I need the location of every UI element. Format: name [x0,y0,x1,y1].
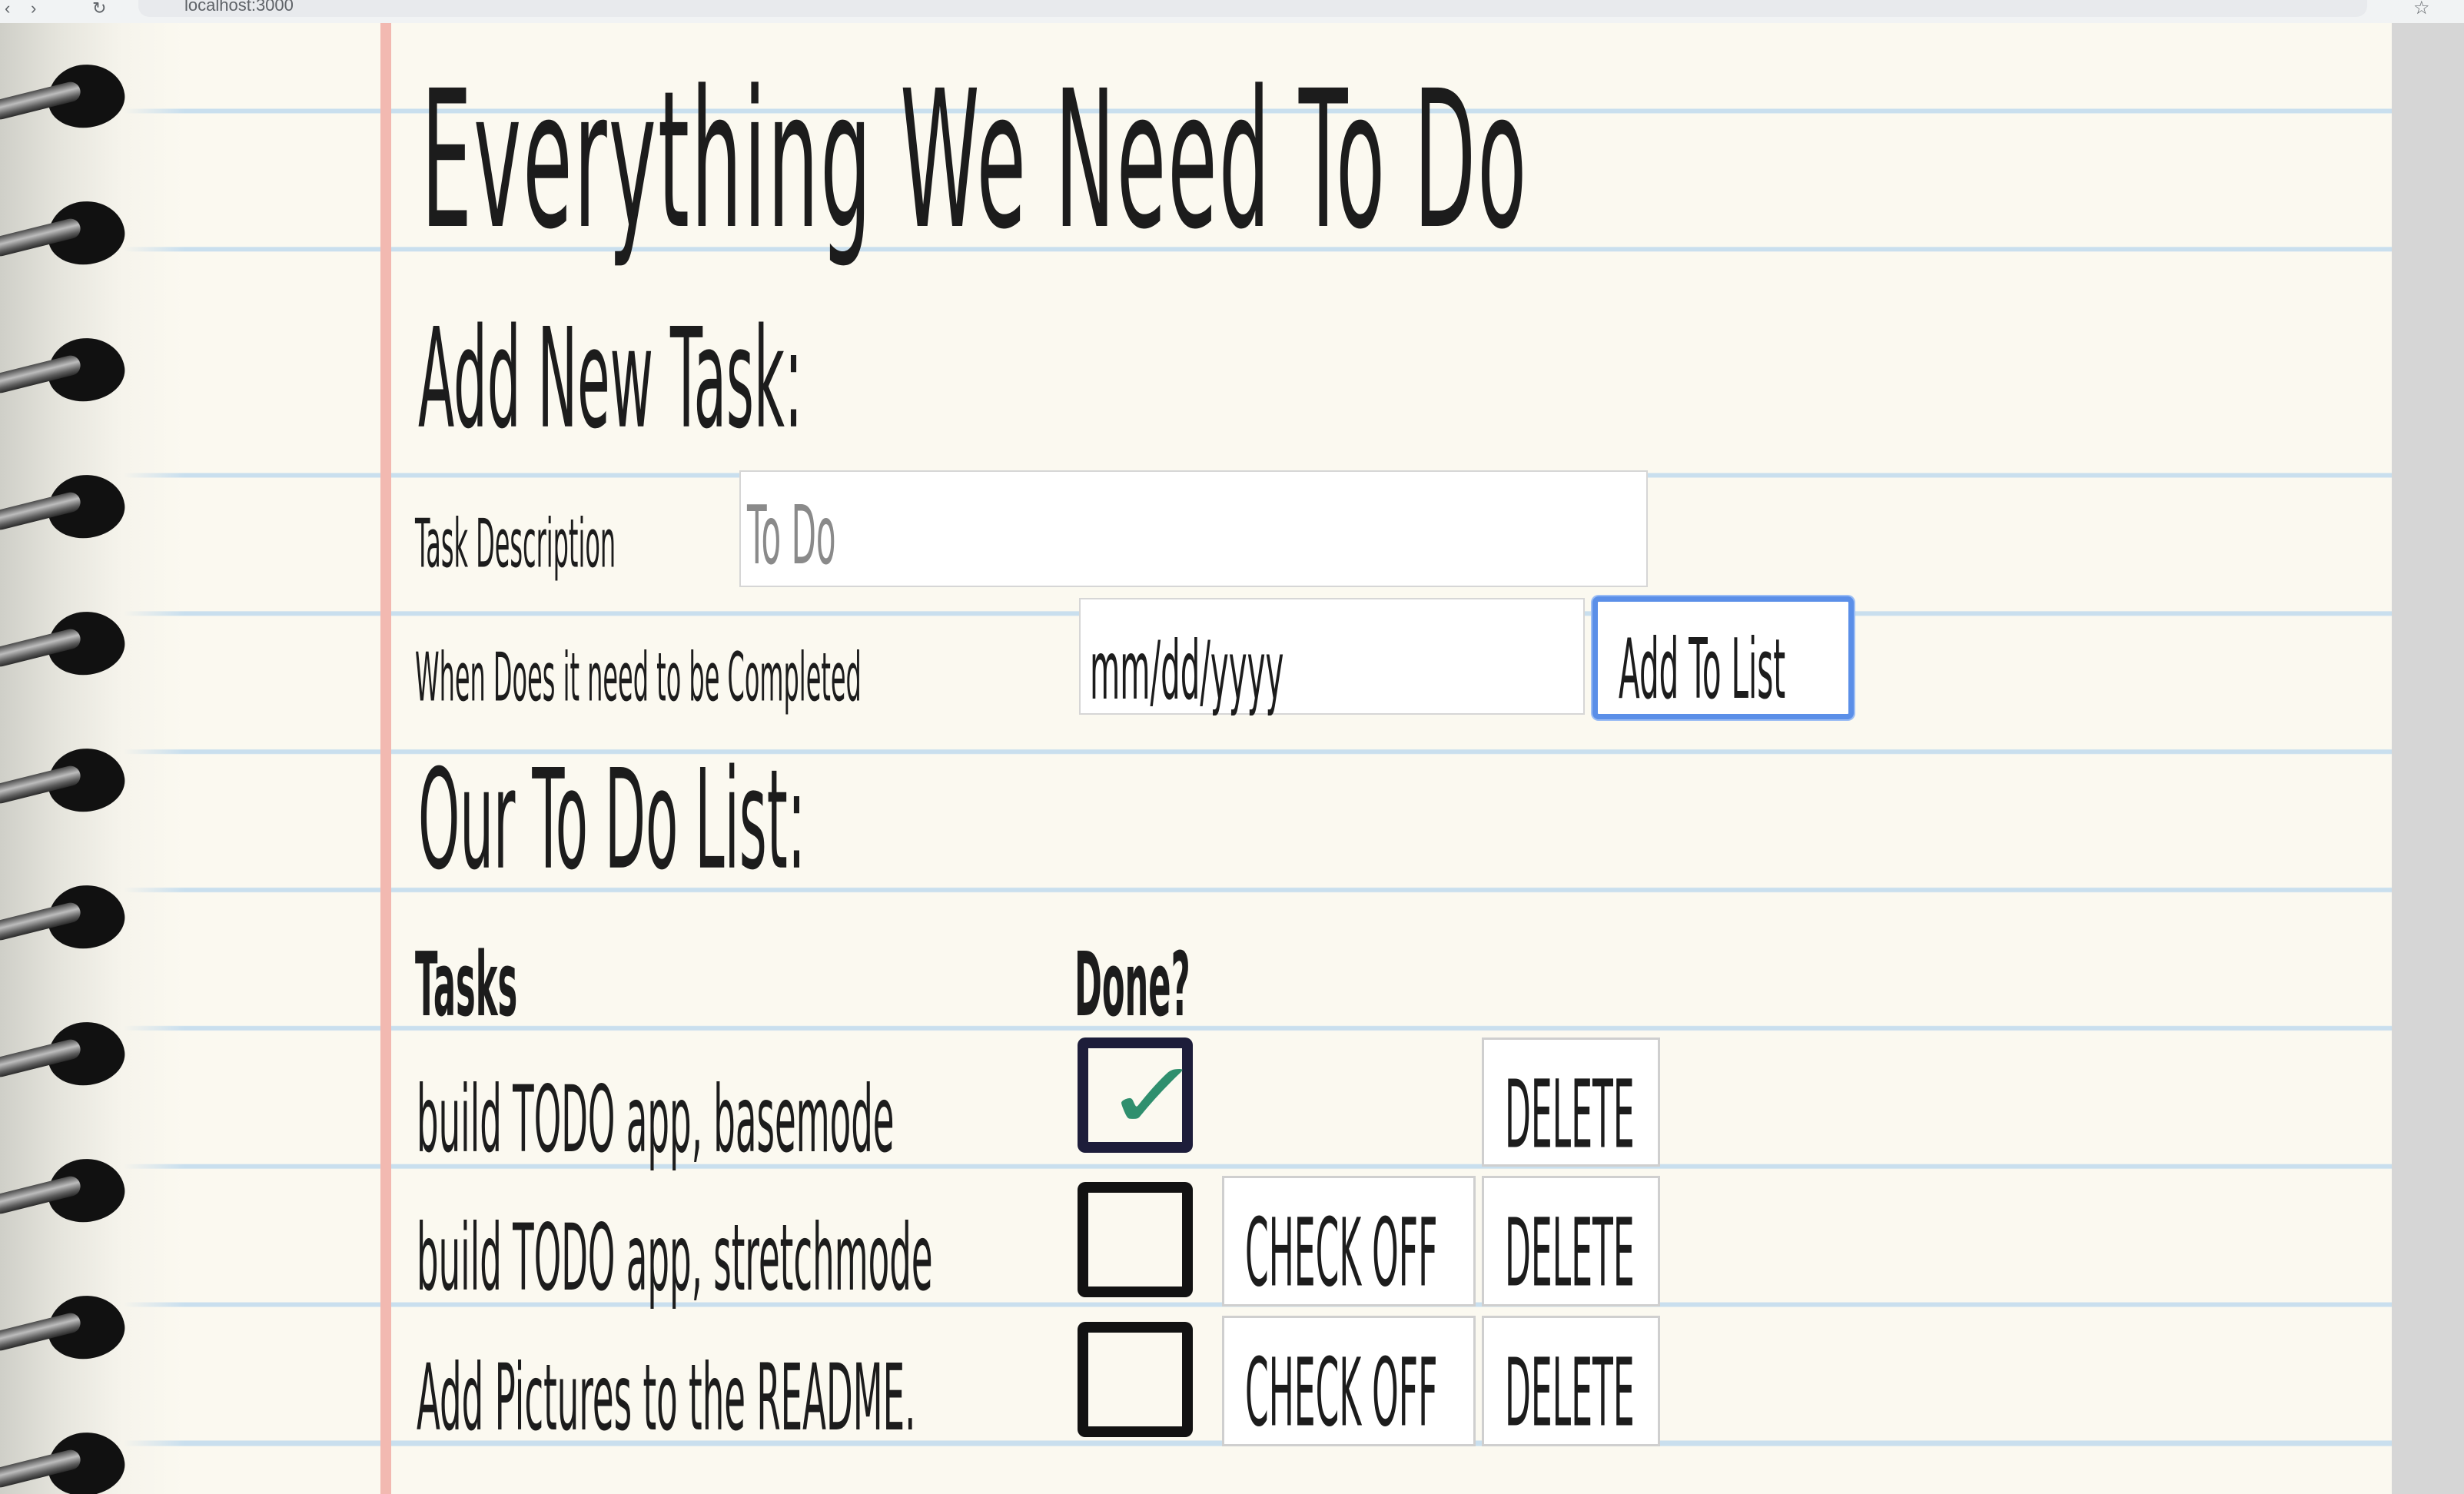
back-icon[interactable]: ‹ [5,0,10,17]
spiral-ring [0,1290,129,1364]
page-title: Everything We Need To Do [421,50,1529,271]
spiral-ring [0,1017,129,1091]
check-off-button-label: CHECK OFF [1245,1338,1438,1448]
done-checkbox[interactable] [1078,1322,1193,1437]
task-description-placeholder: To Do [747,488,836,583]
spiral-ring [0,880,129,954]
spiral-ring [0,1427,129,1494]
done-column-header: Done? [1074,933,1190,1037]
spiral-ring [0,59,129,133]
spiral-ring [0,1154,129,1227]
task-row-text: Add Pictures to the README. [417,1345,916,1452]
bookmark-star-icon[interactable]: ☆ [2413,0,2430,19]
task-row-text: build TODO app, stretchmode [417,1205,933,1313]
task-description-label: Task Description [415,506,616,584]
spiral-ring [0,196,129,270]
browser-toolbar: ‹ › ↻ localhost:3000 ☆ [0,0,2464,24]
spiral-ring [0,606,129,680]
todo-list-heading: Our To Do List: [418,739,806,901]
task-row-text: build TODO app, basemode [417,1067,895,1174]
delete-button-label: DELETE [1505,1338,1635,1448]
checkmark-icon: ✓ [1104,1041,1203,1151]
due-date-label: When Does it need to be Completed [415,639,862,718]
address-text: localhost:3000 [184,0,294,15]
spiral-ring [0,470,129,543]
add-task-heading: Add New Task: [418,298,803,460]
spiral-ring [0,333,129,407]
forward-icon[interactable]: › [31,0,36,17]
due-date-placeholder: mm/dd/yyyy [1090,623,1284,718]
delete-button-label: DELETE [1505,1060,1635,1170]
notebook-page: Everything We Need To Do Add New Task: T… [0,23,2392,1494]
address-bar[interactable]: localhost:3000 [138,0,2367,17]
check-off-button-label: CHECK OFF [1245,1198,1438,1308]
page-scrollbar[interactable] [2392,23,2464,1494]
spiral-ring [0,743,129,817]
delete-button-label: DELETE [1505,1198,1635,1308]
margin-line [380,23,391,1494]
done-checkbox[interactable] [1078,1182,1193,1297]
add-to-list-label: Add To List [1619,622,1786,719]
tasks-column-header: Tasks [415,933,518,1037]
reload-icon[interactable]: ↻ [92,0,106,17]
done-checkbox[interactable]: ✓ [1078,1038,1203,1153]
task-description-input[interactable] [739,470,1648,587]
